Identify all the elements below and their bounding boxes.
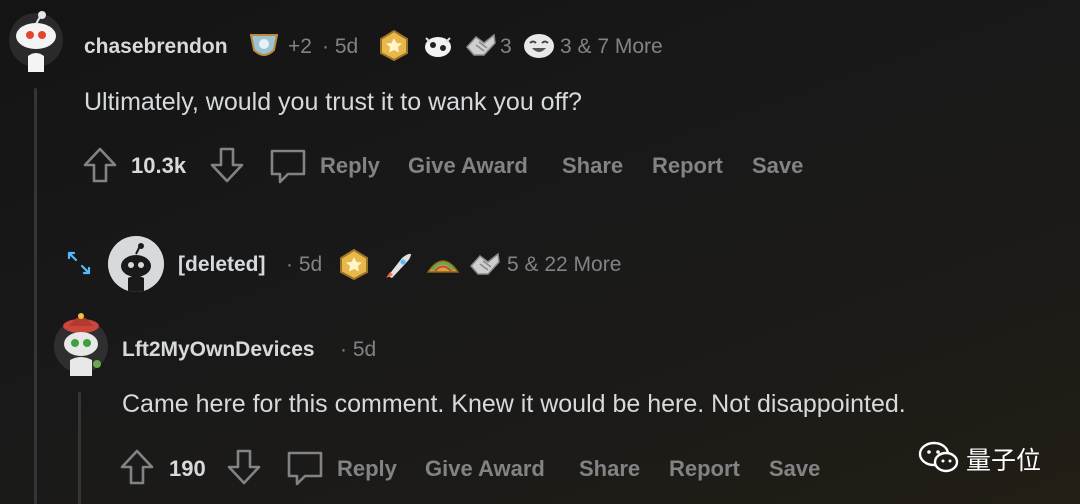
more-awards[interactable]: 5 & 22 More [507, 253, 621, 277]
expand-icon[interactable] [66, 250, 92, 276]
report-button[interactable]: Report [652, 153, 723, 179]
award-cow-icon[interactable] [422, 30, 454, 60]
give-award-button[interactable]: Give Award [425, 456, 545, 482]
award-extra-count: +2 [288, 35, 312, 58]
award-laughing-face-icon[interactable] [522, 30, 556, 60]
upvote-icon[interactable] [119, 448, 155, 486]
downvote-icon[interactable] [209, 146, 245, 184]
award-gold-medal-icon[interactable] [378, 29, 410, 61]
timestamp: · 5d [322, 35, 359, 58]
thread-line-comment1[interactable] [34, 88, 37, 504]
vote-score: 10.3k [131, 153, 187, 178]
downvote-icon[interactable] [226, 448, 262, 486]
timestamp: · 5d [286, 253, 323, 276]
share-button[interactable]: Share [579, 456, 640, 482]
reply-bubble-icon[interactable] [268, 146, 308, 186]
report-button[interactable]: Report [669, 456, 740, 482]
thread-line-comment3[interactable] [78, 392, 81, 504]
avatar[interactable] [8, 10, 64, 72]
custom-snoo-avatar-icon [54, 313, 108, 376]
username[interactable]: Lft2MyOwnDevices [122, 338, 315, 362]
award-taco-icon[interactable] [426, 250, 460, 280]
wechat-logo-icon [918, 441, 959, 473]
username[interactable]: chasebrendon [84, 35, 228, 59]
default-snoo-icon [108, 236, 164, 292]
award-count: 3 [500, 35, 512, 58]
timestamp: · 5d [340, 338, 377, 361]
award-gold-medal-icon[interactable] [338, 248, 370, 280]
save-button[interactable]: Save [769, 456, 820, 482]
comment-body: Ultimately, would you trust it to wank y… [84, 88, 582, 116]
share-button[interactable]: Share [562, 153, 623, 179]
avatar[interactable] [52, 306, 110, 376]
more-awards[interactable]: 3 & 7 More [560, 35, 663, 59]
award-handshake-icon[interactable] [464, 29, 498, 61]
watermark-text: 量子位 [966, 446, 1042, 475]
award-crown-shield-icon[interactable] [248, 30, 280, 60]
upvote-icon[interactable] [82, 146, 118, 184]
snoo-avatar-icon [9, 11, 63, 72]
save-button[interactable]: Save [752, 153, 803, 179]
avatar[interactable] [108, 236, 164, 292]
comment-body: Came here for this comment. Knew it woul… [122, 390, 906, 418]
give-award-button[interactable]: Give Award [408, 153, 528, 179]
reply-bubble-icon[interactable] [285, 448, 325, 488]
award-handshake-icon[interactable] [468, 248, 502, 280]
vote-score: 190 [169, 456, 206, 481]
reply-button[interactable]: Reply [320, 153, 380, 179]
username[interactable]: [deleted] [178, 253, 266, 277]
reply-button[interactable]: Reply [337, 456, 397, 482]
award-rocket-icon[interactable] [382, 250, 414, 280]
